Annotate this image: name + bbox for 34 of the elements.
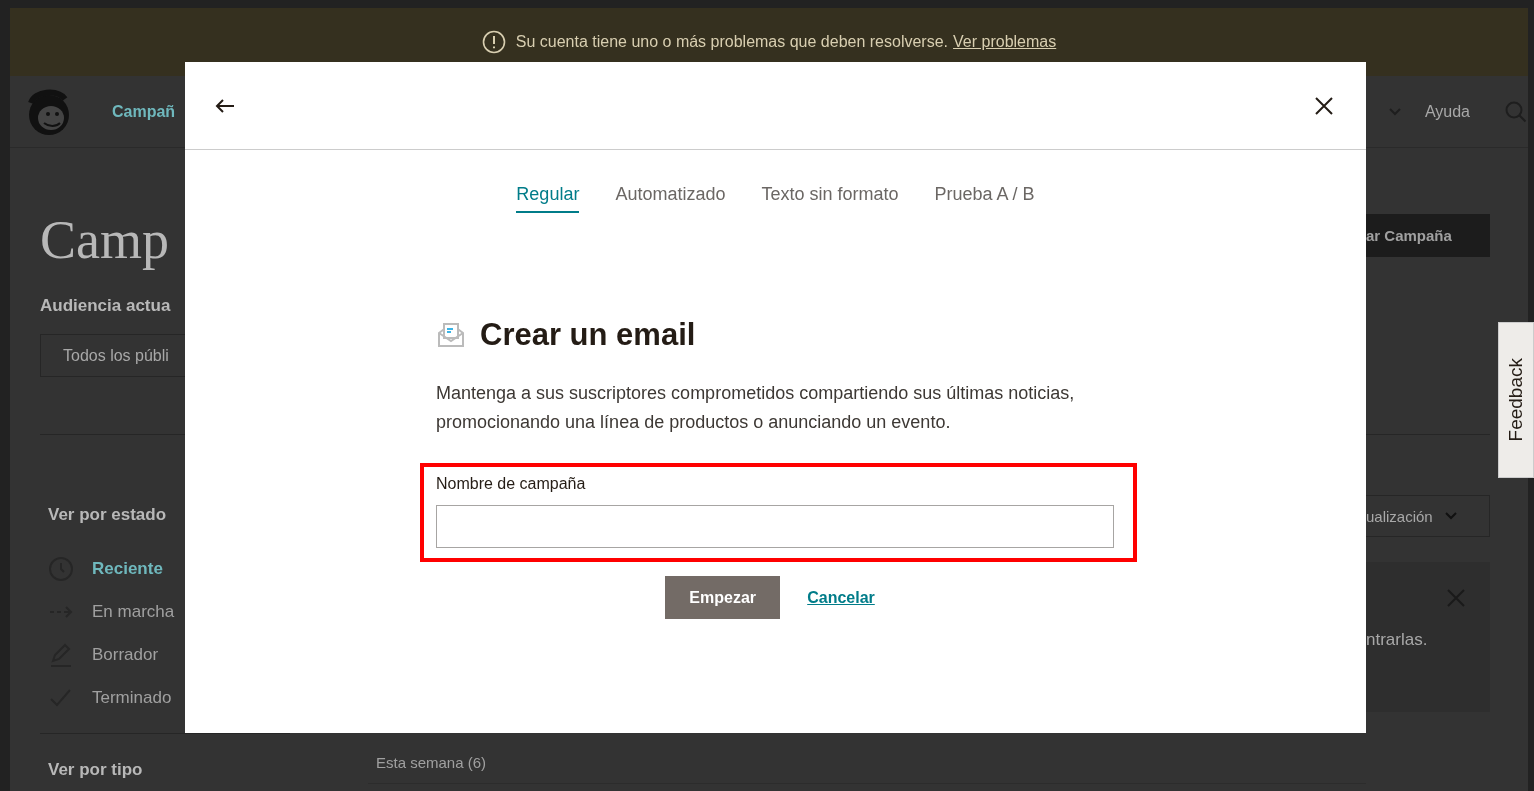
status-filter-label: Terminado — [92, 687, 172, 708]
status-filter-item[interactable]: Reciente — [40, 547, 163, 590]
nav-item[interactable]: Campañ — [112, 102, 176, 121]
modal-title: Crear un email — [480, 317, 696, 353]
back-arrow-icon — [215, 97, 235, 114]
modal-description: Mantenga a sus suscriptores comprometidos compartiendo sus últimas noticias, promocionando una línea de productos o anunciando un evento. — [436, 382, 1076, 434]
status-heading: Ver por estado — [48, 505, 167, 526]
status-filter-item[interactable]: En marcha — [40, 590, 175, 633]
tab[interactable]: Regular — [516, 184, 580, 213]
status-filter-item[interactable]: Borrador — [40, 633, 159, 676]
tab[interactable]: Prueba A / B — [934, 184, 1035, 213]
start-button[interactable]: Empezar — [665, 576, 781, 619]
envelope-icon — [436, 320, 466, 350]
status-filter-item[interactable]: Terminado — [40, 676, 172, 719]
close-icon — [1314, 95, 1334, 116]
cancel-link[interactable]: Cancelar — [807, 588, 875, 607]
status-filter-label: Reciente — [92, 558, 163, 579]
group-heading: Esta semana (6) — [368, 741, 1366, 784]
audience-label: Audiencia actua — [40, 296, 171, 316]
warning-message: Su cuenta tiene uno o más problemas que deben resolverse. Ver problemas — [515, 33, 1057, 51]
field-label: Nombre de campaña — [436, 475, 587, 493]
tab[interactable]: Texto sin formato — [761, 184, 899, 213]
view-problems-link[interactable]: Ver problemas — [953, 33, 1057, 50]
tab[interactable]: Automatizado — [615, 184, 726, 213]
create-campaign-button[interactable]: ar Campaña — [1366, 214, 1490, 257]
warning-icon — [481, 30, 506, 54]
page-title: Camp — [40, 210, 169, 270]
chevron-down-icon — [1444, 512, 1457, 520]
type-heading: Ver por tipo — [48, 760, 143, 781]
status-filter-label: En marcha — [92, 601, 175, 622]
status-filter-label: Borrador — [92, 644, 159, 665]
campaign-name-field[interactable] — [436, 505, 1114, 548]
help-link[interactable]: Ayuda — [1424, 102, 1470, 121]
notice-text: ntrarlas. — [1366, 630, 1429, 650]
